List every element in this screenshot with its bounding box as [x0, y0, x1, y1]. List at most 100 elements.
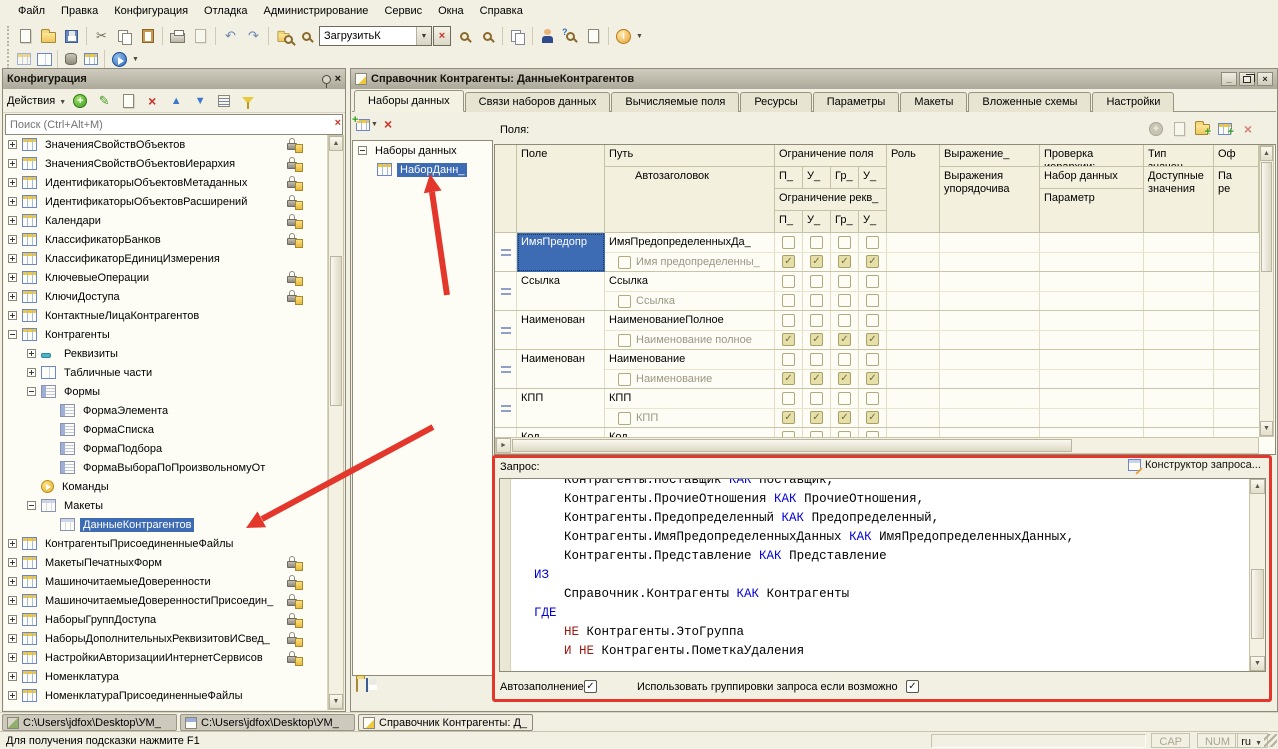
attr-limit-checkbox[interactable]: [866, 372, 879, 385]
column-header[interactable]: Роль: [887, 145, 940, 233]
attr-limit-checkbox[interactable]: [810, 411, 823, 424]
fields-vscrollbar[interactable]: ▲ ▼: [1259, 145, 1274, 437]
attr-limit-checkbox[interactable]: [866, 333, 879, 346]
open-schema-button[interactable]: [356, 679, 358, 691]
expand-icon[interactable]: [8, 539, 17, 548]
expand-icon[interactable]: [8, 691, 17, 700]
query-scrollbar[interactable]: ▲ ▼: [1249, 479, 1265, 671]
column-header[interactable]: Автозаголовок: [605, 167, 775, 233]
auto-header-checkbox[interactable]: [618, 334, 631, 347]
column-header[interactable]: Набор данных: [1040, 167, 1144, 189]
column-header[interactable]: Гр_: [831, 167, 859, 189]
tree-item-КонтактныеЛицаКонтрагентов[interactable]: КонтактныеЛицаКонтрагентов: [4, 306, 327, 325]
find-previous-button[interactable]: [476, 25, 499, 47]
tree-item-КлючевыеОперации[interactable]: КлючевыеОперации: [4, 268, 327, 287]
scroll-down-icon[interactable]: ▼: [329, 694, 343, 709]
field-row-ИмяПредопр[interactable]: ИмяПредопрИмяПредопределенныхДа_Имя пред…: [495, 233, 1259, 272]
move-up-button[interactable]: ▲: [166, 91, 186, 111]
field-name-cell[interactable]: ИмяПредопр: [517, 233, 605, 272]
tab-параметры[interactable]: Параметры: [813, 92, 900, 112]
field-row-Наименован[interactable]: НаименованНаименованиеПолноеНаименование…: [495, 311, 1259, 350]
field-limit-checkbox[interactable]: [838, 392, 851, 405]
search-combo-input[interactable]: [320, 28, 416, 44]
attr-limit-checkbox[interactable]: [866, 411, 879, 424]
column-header[interactable]: У_: [859, 211, 887, 233]
close-panel-button[interactable]: ×: [335, 73, 341, 85]
functions-panel-button[interactable]: [14, 51, 34, 67]
tree-item-МашиночитаемыеДоверенностиПрисоедин_[interactable]: МашиночитаемыеДоверенностиПрисоедин_: [4, 591, 327, 610]
field-name-cell[interactable]: Наименован: [517, 350, 605, 389]
attr-limit-checkbox[interactable]: [782, 372, 795, 385]
tree-item-Реквизиты[interactable]: Реквизиты: [4, 344, 327, 363]
tree-item-ЗначенияСвойствОбъектовИерархия[interactable]: ЗначенияСвойствОбъектовИерархия: [4, 154, 327, 173]
taskbar-item[interactable]: C:\Users\jdfox\Desktop\УМ_: [2, 714, 177, 731]
field-limit-checkbox[interactable]: [810, 314, 823, 327]
attr-limit-checkbox[interactable]: [838, 333, 851, 346]
tree-item-ИдентификаторыОбъектовМетаданных[interactable]: ИдентификаторыОбъектовМетаданных: [4, 173, 327, 192]
attr-limit-checkbox[interactable]: [810, 333, 823, 346]
resize-grip[interactable]: [1264, 734, 1277, 747]
column-header[interactable]: Ограничение поля: [775, 145, 887, 167]
scroll-down-icon[interactable]: ▼: [1250, 656, 1265, 671]
template-document-button[interactable]: [582, 25, 605, 47]
column-header[interactable]: Выражения упорядочива: [940, 167, 1040, 233]
window-title-bar[interactable]: Справочник Контрагенты: ДанныеКонтрагент…: [351, 69, 1277, 89]
dataset-item[interactable]: НаборДанн_: [353, 160, 492, 179]
field-path-cell[interactable]: Ссылка: [605, 272, 775, 291]
field-row-Ссылка[interactable]: СсылкаСсылкаСсылка: [495, 272, 1259, 311]
close-button[interactable]: ×: [1257, 72, 1273, 86]
attr-limit-checkbox[interactable]: [866, 255, 879, 268]
expand-icon[interactable]: [8, 311, 17, 320]
column-header[interactable]: Па ре: [1214, 167, 1259, 233]
database-structure-button[interactable]: [61, 51, 81, 67]
tree-item-МакетыПечатныхФорм[interactable]: МакетыПечатныхФорм: [4, 553, 327, 572]
column-header[interactable]: Гр_: [831, 211, 859, 233]
fields-table-rows[interactable]: ИмяПредопрИмяПредопределенныхДа_Имя пред…: [495, 233, 1259, 437]
field-limit-checkbox[interactable]: [866, 275, 879, 288]
field-limit-checkbox[interactable]: [782, 314, 795, 327]
redo-button[interactable]: ↷: [242, 25, 265, 47]
attr-limit-checkbox[interactable]: [838, 372, 851, 385]
query-constructor-link[interactable]: Конструктор запроса...: [1128, 459, 1261, 471]
tab-настройки[interactable]: Настройки: [1092, 92, 1174, 112]
attr-limit-checkbox[interactable]: [810, 294, 823, 307]
scroll-up-icon[interactable]: ▲: [329, 136, 343, 151]
minimize-button[interactable]: _: [1221, 72, 1237, 86]
field-path-cell[interactable]: Наименование: [605, 350, 775, 369]
toolbar-grip[interactable]: [7, 26, 11, 46]
field-limit-checkbox[interactable]: [782, 353, 795, 366]
column-header[interactable]: Параметр: [1040, 189, 1144, 233]
tree-item-ФормаЭлемента[interactable]: ФормаЭлемента: [4, 401, 327, 420]
tab-макеты[interactable]: Макеты: [900, 92, 967, 112]
column-header[interactable]: Путь: [605, 145, 775, 167]
sort-list-button[interactable]: [214, 91, 234, 111]
menu-item-Окна[interactable]: Окна: [430, 2, 472, 20]
attr-limit-checkbox[interactable]: [810, 255, 823, 268]
field-limit-checkbox[interactable]: [782, 275, 795, 288]
tree-item-ФормаПодбора[interactable]: ФормаПодбора: [4, 439, 327, 458]
taskbar-item[interactable]: Справочник Контрагенты: Д_: [358, 714, 533, 731]
field-limit-checkbox[interactable]: [866, 353, 879, 366]
field-limit-checkbox[interactable]: [810, 275, 823, 288]
attr-limit-checkbox[interactable]: [838, 294, 851, 307]
field-path-cell[interactable]: КПП: [605, 389, 775, 408]
info-button[interactable]: i: [612, 25, 635, 47]
menu-item-Справка[interactable]: Справка: [472, 2, 531, 20]
cut-button[interactable]: ✂: [90, 25, 113, 47]
toolbar-overflow-caret[interactable]: ▼: [636, 33, 643, 40]
tree-item-ФормаВыбораПоПроизвольномуОт[interactable]: ФормаВыбораПоПроизвольномуОт: [4, 458, 327, 477]
fields-hscrollbar[interactable]: ◄ ►: [495, 437, 1259, 454]
expand-icon[interactable]: [8, 634, 17, 643]
menu-item-Конфигурация[interactable]: Конфигурация: [106, 2, 196, 20]
move-down-button[interactable]: ▼: [190, 91, 210, 111]
field-row-Код[interactable]: КодКодКод: [495, 428, 1259, 437]
find-button[interactable]: [295, 25, 318, 47]
configuration-panel-title[interactable]: Конфигурация ×: [3, 69, 345, 89]
auto-header-checkbox[interactable]: [618, 373, 631, 386]
attr-limit-checkbox[interactable]: [782, 411, 795, 424]
scroll-down-icon[interactable]: ▼: [1260, 421, 1273, 436]
expand-icon[interactable]: [8, 197, 17, 206]
tree-item-Макеты[interactable]: Макеты: [4, 496, 327, 515]
attr-limit-checkbox[interactable]: [782, 294, 795, 307]
field-limit-checkbox[interactable]: [866, 392, 879, 405]
